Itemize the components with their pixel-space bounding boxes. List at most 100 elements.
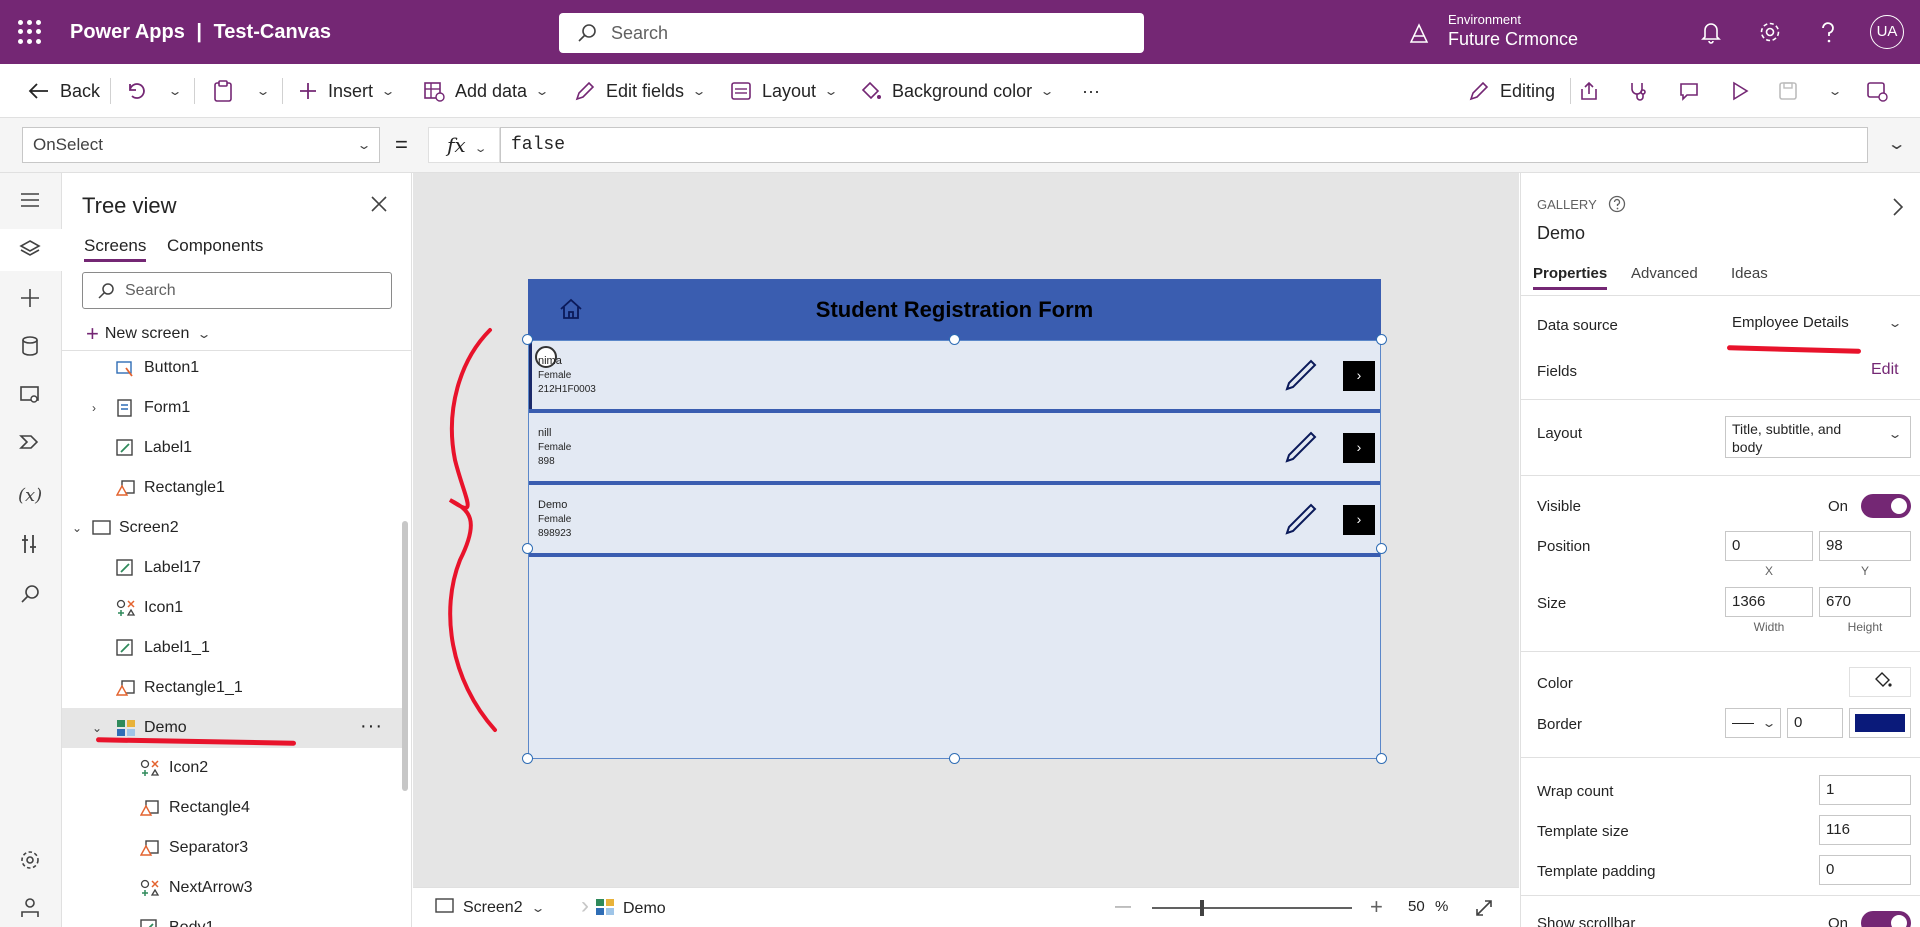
close-icon[interactable] (370, 195, 388, 213)
chevron-down-icon[interactable]: ⌄ (72, 508, 82, 548)
zoom-slider[interactable] (1152, 907, 1352, 909)
tab-properties[interactable]: Properties (1533, 265, 1608, 290)
edit-fields-link[interactable]: Edit (1871, 361, 1899, 379)
resize-handle[interactable] (1376, 334, 1387, 345)
paste-clipboard-icon[interactable] (212, 79, 234, 103)
show-scrollbar-toggle[interactable] (1861, 911, 1911, 927)
tree-node-icon1[interactable]: Icon1 (62, 588, 404, 628)
zoom-out-button[interactable]: — (1115, 898, 1131, 916)
zoom-level[interactable]: 50 (1408, 898, 1425, 915)
product-name[interactable]: Power Apps (70, 21, 185, 43)
tab-screens[interactable]: Screens (84, 236, 147, 262)
next-arrow-button[interactable]: › (1343, 361, 1375, 391)
color-picker-button[interactable] (1849, 667, 1911, 697)
share-icon[interactable] (1578, 80, 1600, 102)
resize-handle[interactable] (522, 753, 533, 764)
height-input[interactable]: 670 (1819, 587, 1911, 617)
more-options-button[interactable]: ··· (360, 706, 383, 746)
width-input[interactable]: 1366 (1725, 587, 1813, 617)
help-info-icon[interactable] (1608, 195, 1626, 213)
tab-advanced[interactable]: Advanced (1631, 265, 1698, 282)
variables-icon[interactable]: (x) (18, 485, 42, 506)
tree-scrollbar-thumb[interactable] (402, 521, 408, 791)
tree-node-screen2[interactable]: ⌄ Screen2 (62, 508, 404, 548)
environment-icon[interactable] (1408, 22, 1430, 44)
save-icon[interactable] (1778, 80, 1798, 102)
insert-plus-icon[interactable] (19, 287, 41, 309)
gallery-row[interactable]: nima Female 212H1F0003 › (529, 341, 1380, 413)
user-avatar[interactable]: UA (1870, 15, 1904, 49)
tree-node-nextarrow3[interactable]: NextArrow3 (62, 868, 404, 908)
zoom-in-button[interactable]: + (1370, 894, 1383, 920)
search-icon[interactable] (19, 583, 41, 605)
template-padding-input[interactable]: 0 (1819, 855, 1911, 885)
expand-formula-chevron-icon[interactable]: ⌄ (1887, 134, 1907, 154)
notifications-icon[interactable] (1700, 20, 1722, 44)
gallery-row[interactable]: Demo Female 898923 › (529, 485, 1380, 557)
edit-pen-icon[interactable] (1283, 503, 1317, 537)
data-cylinder-icon[interactable] (19, 335, 41, 357)
virtual-agent-icon[interactable] (19, 897, 41, 919)
editing-button[interactable]: Editing (1468, 64, 1555, 118)
tree-node-separator3[interactable]: Separator3 (62, 828, 404, 868)
media-icon[interactable] (19, 383, 41, 405)
collapse-panel-chevron-icon[interactable] (1891, 197, 1905, 217)
save-dropdown-chevron-icon[interactable]: ⌄ (1827, 84, 1842, 98)
power-automate-icon[interactable] (19, 431, 41, 453)
edit-pen-icon[interactable] (1283, 431, 1317, 465)
position-y-input[interactable]: 98 (1819, 531, 1911, 561)
zoom-slider-thumb[interactable] (1200, 900, 1204, 916)
background-color-button[interactable]: Background color ⌄ (860, 64, 1055, 118)
data-source-dropdown[interactable]: Employee Details ⌄ (1725, 308, 1911, 338)
next-arrow-button[interactable]: › (1343, 433, 1375, 463)
comments-icon[interactable] (1678, 80, 1700, 102)
next-arrow-button[interactable]: › (1343, 505, 1375, 535)
app-screen-preview[interactable]: Student Registration Form nima Female 21… (528, 279, 1381, 759)
control-name[interactable]: Demo (1537, 223, 1585, 244)
add-data-button[interactable]: Add data ⌄ (423, 64, 550, 118)
layout-button[interactable]: Layout ⌄ (730, 64, 839, 118)
tree-node-label17[interactable]: Label17 (62, 548, 404, 588)
edit-pen-icon[interactable] (1283, 359, 1317, 393)
tree-search-input[interactable]: Search (82, 272, 392, 309)
edit-fields-button[interactable]: Edit fields ⌄ (574, 64, 707, 118)
new-screen-button[interactable]: + New screen ⌄ (86, 321, 212, 347)
tree-view-layers-icon[interactable] (19, 238, 41, 260)
back-button[interactable]: Back (28, 64, 100, 118)
tab-ideas[interactable]: Ideas (1731, 265, 1768, 282)
gallery-row[interactable]: nill Female 898 › (529, 413, 1380, 485)
paste-dropdown-chevron-icon[interactable]: ⌄ (255, 84, 270, 98)
resize-handle[interactable] (949, 334, 960, 345)
tree-node-rectangle1[interactable]: Rectangle1 (62, 468, 404, 508)
wrap-count-input[interactable]: 1 (1819, 775, 1911, 805)
position-x-input[interactable]: 0 (1725, 531, 1813, 561)
hamburger-menu-icon[interactable] (19, 191, 41, 209)
environment-name[interactable]: Future Crmonce (1448, 29, 1578, 50)
app-checker-stethoscope-icon[interactable] (1628, 80, 1650, 102)
tree-node-icon2[interactable]: Icon2 (62, 748, 404, 788)
tree-node-form1[interactable]: › Form1 (62, 388, 404, 428)
tree-node-label1[interactable]: Label1 (62, 428, 404, 468)
border-style-dropdown[interactable]: ⌄ (1725, 708, 1781, 738)
resize-handle[interactable] (949, 753, 960, 764)
publish-icon[interactable] (1866, 80, 1888, 102)
app-launcher-icon[interactable] (18, 20, 42, 44)
tree-node-rectangle4[interactable]: Rectangle4 (62, 788, 404, 828)
fit-to-window-icon[interactable] (1475, 899, 1493, 917)
settings-gear-icon[interactable] (1758, 20, 1782, 44)
border-width-input[interactable]: 0 (1787, 708, 1843, 738)
tree-node-button1[interactable]: Button1 (62, 348, 404, 388)
tree-node-body1[interactable]: Body1 (62, 908, 404, 927)
insert-button[interactable]: Insert ⌄ (298, 64, 396, 118)
fx-function-button[interactable]: fx ⌄ (428, 127, 500, 163)
border-color-button[interactable] (1849, 708, 1911, 738)
screen-breadcrumb[interactable]: Screen2 ⌄ (435, 898, 545, 917)
resize-handle[interactable] (1376, 543, 1387, 554)
help-icon[interactable] (1818, 20, 1838, 44)
preview-play-icon[interactable] (1730, 80, 1750, 102)
visible-toggle[interactable] (1861, 494, 1911, 518)
layout-dropdown[interactable]: Title, subtitle, and body ⌄ (1725, 416, 1911, 458)
control-breadcrumb[interactable]: Demo (581, 898, 666, 918)
tab-components[interactable]: Components (167, 236, 263, 256)
tree-node-rectangle1-1[interactable]: Rectangle1_1 (62, 668, 404, 708)
